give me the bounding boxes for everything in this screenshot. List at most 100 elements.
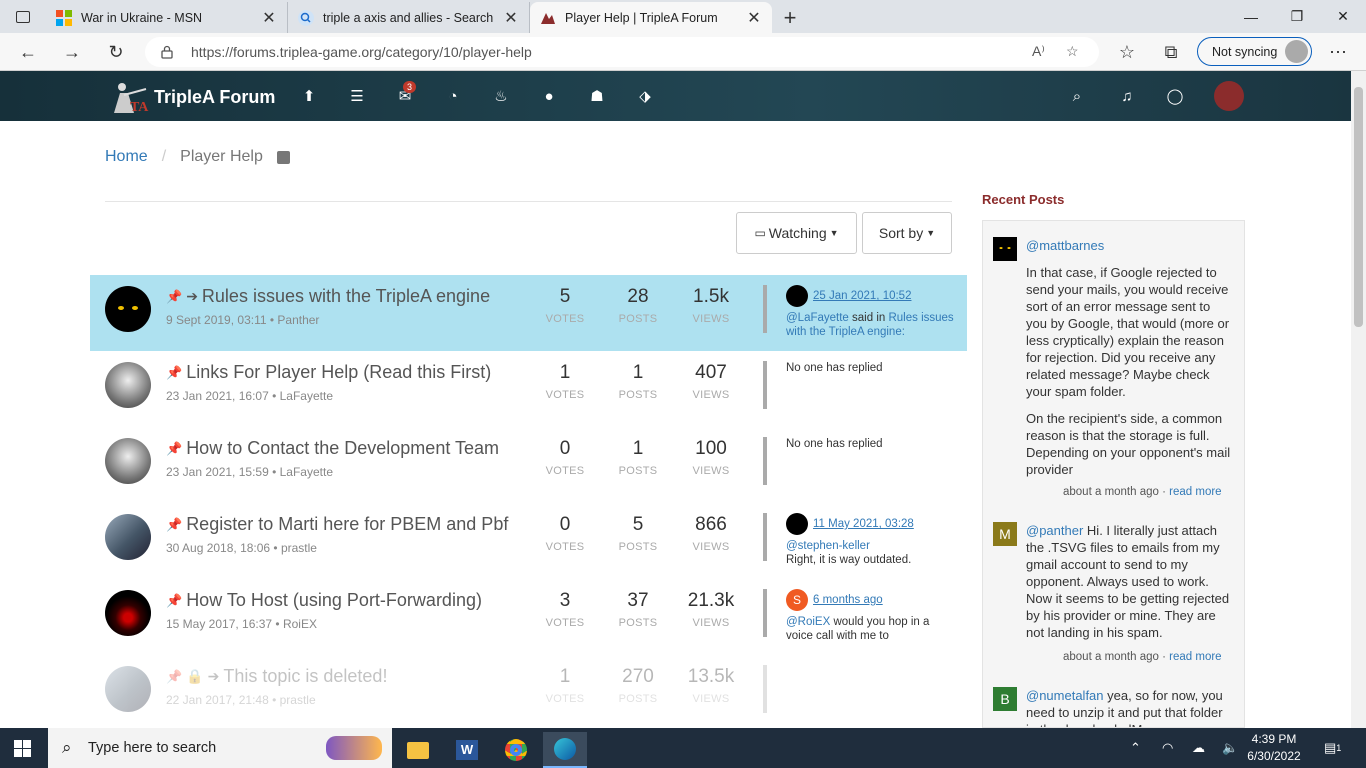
tab-actions-icon[interactable] (0, 0, 46, 33)
topic-avatar[interactable] (105, 590, 151, 636)
search-icon[interactable]: ⌕ (1066, 85, 1088, 107)
categories-icon[interactable]: ⬆ (298, 85, 320, 107)
browser-tab-bar: War in Ukraine - MSN ✕ triple a axis and… (0, 0, 1366, 33)
post-user[interactable]: @mattbarnes (1026, 237, 1231, 254)
forward-button[interactable]: → (57, 37, 87, 67)
teaser-time[interactable]: 6 months ago (813, 594, 883, 606)
topic-avatar[interactable] (105, 514, 151, 560)
teaser-user[interactable]: @RoiEX (786, 616, 830, 628)
watching-dropdown[interactable]: ▭ Watching ▼ (736, 212, 857, 254)
close-tab-icon[interactable]: ✕ (261, 8, 277, 28)
topic-meta: 9 Sept 2019, 03:11 • Panther (166, 313, 320, 327)
topic-title[interactable]: This topic is deleted! (223, 666, 387, 687)
topic-avatar[interactable] (105, 666, 151, 712)
favorites-icon[interactable]: ☆ (1112, 37, 1142, 67)
volume-icon[interactable]: 🔈 (1222, 728, 1238, 768)
topic-avatar[interactable] (105, 362, 151, 408)
refresh-button[interactable]: ↻ (101, 37, 131, 67)
read-aloud-icon[interactable]: A⁾ (1032, 43, 1045, 60)
topic-title[interactable]: How To Host (using Port-Forwarding) (186, 590, 482, 611)
topic-row[interactable]: 📌 How to Contact the Development Team 23 … (90, 427, 967, 503)
chrome-icon[interactable] (494, 732, 538, 768)
sort-dropdown[interactable]: Sort by ▼ (862, 212, 952, 254)
topic-row-deleted[interactable]: 📌 🔒 ➔ This topic is deleted! 22 Jan 2017, 2… (90, 655, 967, 731)
groups-icon[interactable]: ☗ (586, 85, 608, 107)
show-hidden-icons[interactable]: ⌃ (1130, 728, 1141, 768)
topic-row[interactable]: 📌 ➔ Rules issues with the TripleA engine 9… (90, 275, 967, 351)
add-favorite-icon[interactable]: ☆ (1066, 43, 1079, 60)
rss-icon[interactable] (276, 150, 290, 164)
profile-sync-button[interactable]: Not syncing (1197, 37, 1312, 66)
votes-label: VOTES (545, 313, 585, 325)
tab-player-help[interactable]: Player Help | TripleA Forum ✕ (530, 2, 772, 33)
scrollbar-thumb[interactable] (1354, 87, 1363, 327)
clock-icon[interactable]: ◔ (442, 85, 464, 107)
address-bar[interactable]: https://forums.triplea-game.org/category… (145, 37, 1099, 67)
topic-title[interactable]: Register to Marti here for PBEM and Pbf (186, 514, 508, 535)
recent-icon[interactable]: ☰ (346, 85, 368, 107)
new-tab-button[interactable]: + (772, 2, 808, 33)
file-explorer-icon[interactable] (396, 732, 440, 768)
post-avatar[interactable] (993, 237, 1017, 261)
word-icon[interactable]: W (445, 732, 489, 768)
last-post-teaser: 11 May 2021, 03:28 @stephen-keller Right… (786, 513, 958, 567)
teaser-avatar[interactable] (786, 513, 808, 535)
votes-label: VOTES (545, 541, 585, 553)
posts-count: 37 (627, 590, 649, 611)
topic-avatar[interactable] (105, 286, 151, 332)
restore-icon[interactable]: ❐ (1274, 0, 1320, 33)
notifications-bell-icon[interactable]: ♫ (1116, 85, 1138, 107)
recent-posts-panel: @mattbarnes In that case, if Google reje… (982, 220, 1245, 728)
back-button[interactable]: ← (13, 37, 43, 67)
edge-icon[interactable] (543, 732, 587, 768)
teaser-time[interactable]: 25 Jan 2021, 10:52 (813, 290, 911, 302)
teaser-user[interactable]: @stephen-keller (786, 540, 870, 552)
teaser-time[interactable]: 11 May 2021, 03:28 (813, 518, 914, 530)
minimize-icon[interactable]: — (1228, 0, 1274, 33)
pin-icon: 📌 (166, 516, 183, 532)
tags-icon[interactable]: ⬗ (634, 85, 656, 107)
taskbar-search-box[interactable]: ⌕ Type here to search (48, 728, 392, 768)
taskbar-clock[interactable]: 4:39 PM 6/30/2022 (1243, 731, 1305, 765)
read-more-link[interactable]: read more (1169, 486, 1221, 498)
pin-icon: 📌 (166, 440, 183, 456)
caret-down-icon: ▼ (926, 228, 936, 238)
read-more-link[interactable]: read more (1169, 651, 1221, 663)
post-user[interactable]: @panther (1026, 523, 1083, 538)
post-user[interactable]: @numetalfan (1026, 688, 1104, 703)
popular-fire-icon[interactable]: ♨ (490, 85, 512, 107)
collections-icon[interactable]: ⧉ (1156, 37, 1186, 67)
topic-row[interactable]: 📌 Register to Marti here for PBEM and Pbf… (90, 503, 967, 579)
tab-search[interactable]: triple a axis and allies - Search ✕ (288, 2, 530, 33)
more-menu-icon[interactable]: ⋯ (1323, 37, 1353, 67)
teaser-avatar[interactable] (786, 285, 808, 307)
close-tab-icon[interactable]: ✕ (503, 8, 519, 28)
post-avatar[interactable]: M (993, 522, 1017, 546)
forum-logo[interactable]: TA TripleA Forum (108, 79, 275, 115)
close-window-icon[interactable]: ✕ (1320, 0, 1366, 33)
network-icon[interactable]: ◠ (1162, 728, 1173, 768)
close-tab-icon[interactable]: ✕ (746, 8, 762, 28)
topic-row[interactable]: 📌 How To Host (using Port-Forwarding) 15 … (90, 579, 967, 655)
page-scrollbar[interactable] (1351, 71, 1366, 728)
breadcrumb: Home / Player Help (105, 148, 290, 166)
chat-icon[interactable]: ◯ (1164, 85, 1186, 107)
topic-avatar[interactable] (105, 438, 151, 484)
topic-title[interactable]: Links For Player Help (Read this First) (186, 362, 491, 383)
user-icon[interactable]: ● (538, 85, 560, 107)
avatar-eyes-icon (999, 247, 1011, 249)
topic-title[interactable]: How to Contact the Development Team (186, 438, 499, 459)
action-center-icon[interactable]: ▤ 1 (1324, 728, 1341, 768)
breadcrumb-home-link[interactable]: Home (105, 148, 148, 166)
user-avatar[interactable] (1214, 81, 1244, 111)
windows-start-icon[interactable] (14, 740, 31, 757)
onedrive-icon[interactable]: ☁ (1192, 728, 1205, 768)
topic-row[interactable]: 📌 Links For Player Help (Read this First)… (90, 351, 967, 427)
teaser-user[interactable]: @LaFayette (786, 312, 849, 324)
tab-msn[interactable]: War in Ukraine - MSN ✕ (46, 2, 288, 33)
posts-label: POSTS (618, 389, 658, 401)
teaser-avatar[interactable]: S (786, 589, 808, 611)
moved-arrow-icon: ➔ (186, 288, 198, 304)
post-avatar[interactable]: B (993, 687, 1017, 711)
topic-title[interactable]: Rules issues with the TripleA engine (202, 286, 490, 307)
